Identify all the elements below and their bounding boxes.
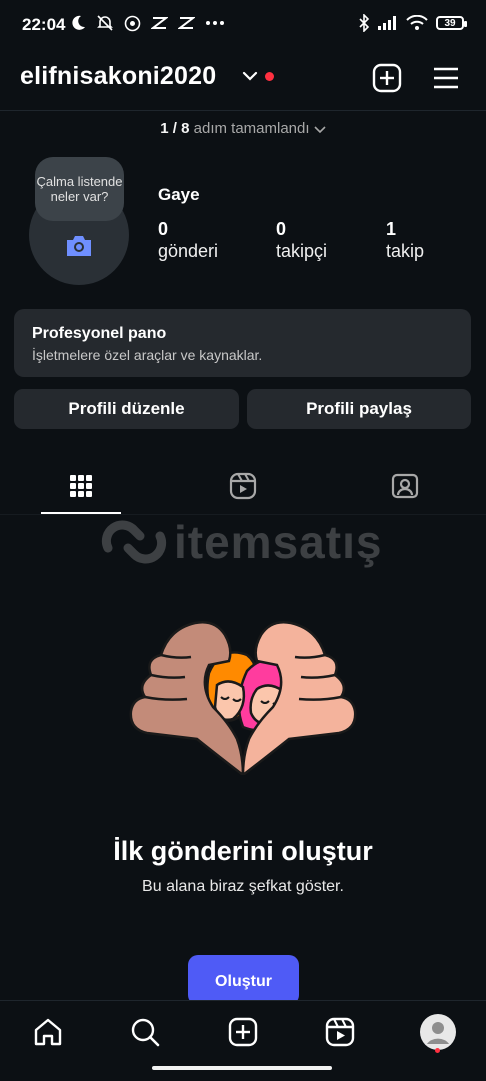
watermark: itemsatış — [100, 515, 382, 569]
whatsapp-icon — [124, 15, 141, 31]
home-icon — [34, 1018, 62, 1046]
moon-icon — [72, 15, 85, 30]
watermark-text: itemsatış — [174, 516, 383, 568]
note-bubble[interactable]: Çalma listende neler var? — [35, 157, 124, 221]
nav-reels[interactable] — [320, 1012, 360, 1052]
profile-username[interactable]: elifnisakoni2020 — [20, 62, 216, 91]
stat-value: 0 — [276, 219, 287, 239]
stat-label: gönderi — [158, 241, 219, 261]
muted-bell-icon — [97, 15, 113, 31]
profile-name: Gaye — [158, 185, 200, 204]
capcut-icon — [151, 17, 168, 29]
notification-dot — [265, 72, 274, 81]
dashboard-title: Profesyonel pano — [32, 325, 167, 342]
heart-hands-illustration — [129, 621, 357, 775]
steps-progress[interactable]: 1 / 8 adım tamamlandı — [0, 120, 486, 137]
create-icon — [228, 1017, 258, 1047]
stat-label: takip — [386, 241, 425, 261]
battery-icon: 39 — [436, 16, 467, 30]
edit-profile-button[interactable]: Profili düzenle — [14, 389, 239, 429]
tab-posts[interactable] — [0, 468, 162, 504]
reels-icon — [229, 472, 257, 500]
status-bar: 22:04 39 — [0, 0, 486, 52]
stat-following[interactable]: 1 takip — [386, 218, 424, 262]
stat-value: 0 — [158, 219, 169, 239]
tab-reels[interactable] — [162, 468, 324, 504]
nav-profile[interactable] — [418, 1012, 458, 1052]
profile-icon — [420, 1014, 456, 1050]
empty-state-subtitle: Bu alana biraz şefkat göster. — [142, 878, 344, 895]
search-icon — [131, 1018, 160, 1047]
menu-button[interactable] — [428, 60, 464, 96]
share-profile-button[interactable]: Profili paylaş — [247, 389, 471, 429]
steps-label: adım tamamlandı — [193, 120, 310, 137]
header-divider — [0, 110, 486, 111]
plus-square-icon — [372, 63, 402, 93]
dashboard-subtitle: İşletmelere özel araçlar ve kaynaklar. — [32, 347, 263, 363]
grid-icon — [70, 475, 92, 497]
bluetooth-icon — [359, 14, 370, 32]
signal-icon — [378, 16, 396, 30]
status-right-icons: 39 — [358, 14, 467, 32]
more-icon — [206, 21, 224, 25]
tab-tagged[interactable] — [324, 468, 486, 504]
chevron-down-icon[interactable] — [242, 70, 258, 82]
profile-notification-dot — [435, 1048, 440, 1053]
professional-dashboard[interactable]: Profesyonel pano İşletmelere özel araçla… — [14, 309, 471, 377]
nav-search[interactable] — [125, 1012, 165, 1052]
status-left-icons — [72, 14, 225, 32]
stat-posts[interactable]: 0 gönderi — [158, 218, 218, 262]
stat-label: takipçi — [276, 241, 328, 261]
watermark-logo-icon — [101, 520, 167, 564]
reels-icon — [325, 1017, 355, 1047]
empty-state-title: İlk gönderini oluştur — [113, 836, 373, 866]
steps-count: 1 / 8 — [160, 120, 190, 137]
home-indicator[interactable] — [152, 1066, 332, 1070]
nav-create[interactable] — [223, 1012, 263, 1052]
chevron-down-icon — [314, 125, 326, 133]
status-time: 22:04 — [22, 15, 66, 34]
tagged-icon — [391, 473, 419, 499]
create-button[interactable]: Oluştur — [188, 955, 299, 1005]
capcut-icon — [178, 17, 195, 29]
create-post-button[interactable] — [369, 60, 405, 96]
wifi-icon — [406, 15, 428, 30]
stat-value: 1 — [386, 219, 397, 239]
menu-icon — [434, 67, 458, 89]
nav-home[interactable] — [28, 1012, 68, 1052]
stat-followers[interactable]: 0 takipçi — [276, 218, 327, 262]
camera-icon — [67, 236, 91, 256]
